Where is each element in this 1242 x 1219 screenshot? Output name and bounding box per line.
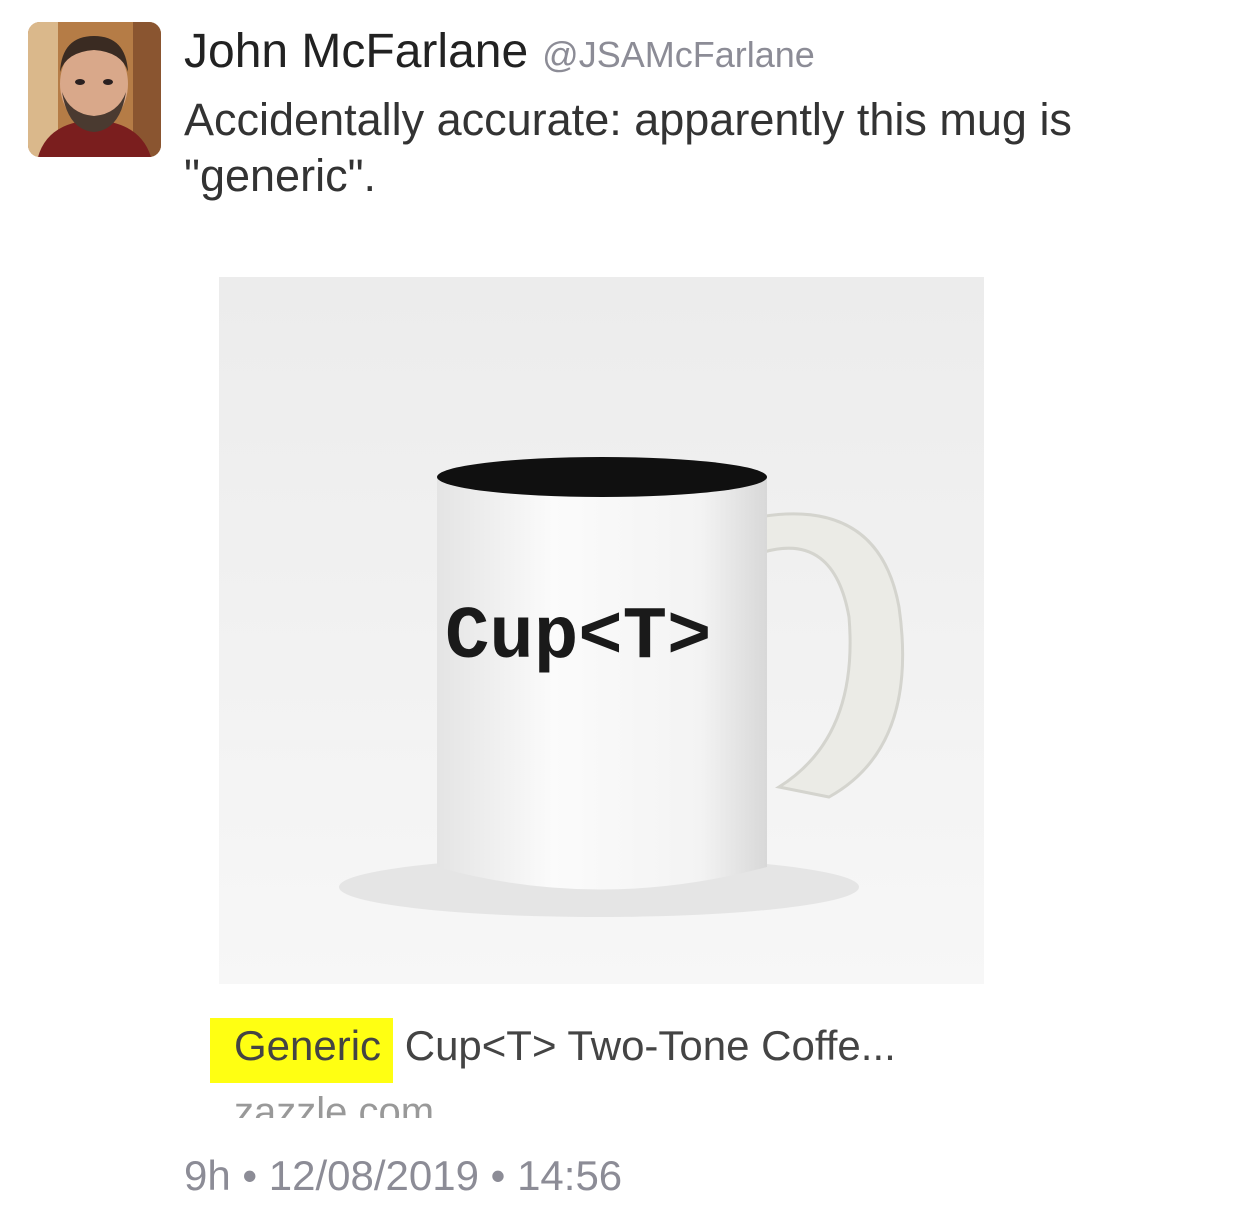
tweet-text-line: Accidentally accurate: apparently this m… xyxy=(184,94,1072,145)
tweet-media-image[interactable]: Cup<T> xyxy=(219,277,984,984)
meta-separator: • xyxy=(242,1152,258,1199)
avatar-photo xyxy=(28,22,161,157)
tweet-time: 14:56 xyxy=(517,1152,623,1199)
link-card-domain[interactable]: zazzle.com xyxy=(234,1088,434,1118)
highlighted-word: Generic xyxy=(210,1018,394,1083)
tweet-meta: 9h • 12/08/2019 • 14:56 xyxy=(184,1152,622,1200)
relative-time: 9h xyxy=(184,1152,231,1199)
link-card-title[interactable]: Generic Cup<T> Two-Tone Coffe... xyxy=(210,1018,896,1083)
author-name[interactable]: John McFarlane xyxy=(184,24,528,79)
tweet-text: Accidentally accurate: apparently this m… xyxy=(184,92,1214,204)
tweet-author: John McFarlane @JSAMcFarlane xyxy=(184,24,815,80)
author-handle[interactable]: @JSAMcFarlane xyxy=(542,34,815,76)
tweet-date: 12/08/2019 xyxy=(268,1152,479,1199)
author-avatar[interactable] xyxy=(28,22,161,157)
mug-body xyxy=(437,477,767,890)
tweet-text-line: "generic". xyxy=(184,150,377,201)
mug-rim xyxy=(437,457,767,497)
mug-text: Cup<T> xyxy=(445,596,711,680)
link-title-rest: Cup<T> Two-Tone Coffe... xyxy=(393,1022,896,1069)
meta-separator: • xyxy=(490,1152,506,1199)
